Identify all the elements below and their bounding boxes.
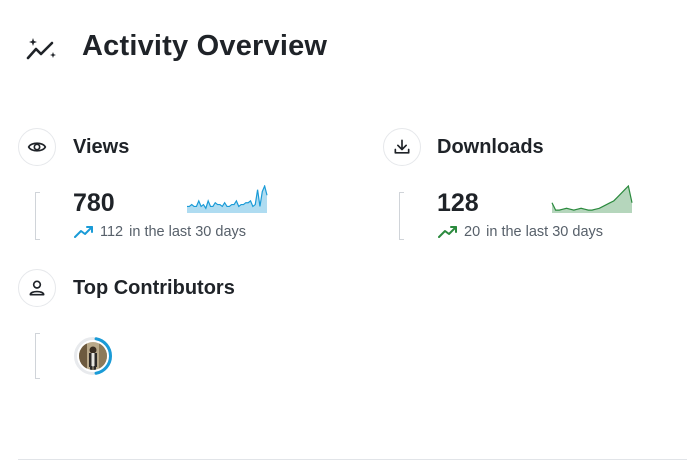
views-sparkline — [187, 185, 268, 213]
views-delta: 112 — [100, 224, 124, 240]
sparkline-area — [187, 186, 267, 213]
page-title: Activity Overview — [82, 30, 328, 62]
downloads-icon-badge — [383, 128, 421, 166]
downloads-delta: 20 — [464, 224, 481, 240]
views-label: Views — [73, 136, 130, 158]
download-icon — [394, 139, 410, 154]
contributor-avatar[interactable] — [73, 336, 113, 376]
downloads-delta-row: 20 in the last 30 days — [438, 224, 603, 240]
contributors-bracket — [35, 333, 40, 379]
trending-up-icon — [438, 226, 457, 238]
views-icon-badge — [18, 128, 56, 166]
contributors-icon-badge — [18, 269, 56, 307]
eye-icon — [27, 142, 47, 152]
views-period: in the last 30 days — [129, 224, 247, 240]
downloads-label: Downloads — [437, 136, 544, 158]
downloads-period: in the last 30 days — [486, 224, 604, 240]
downloads-bracket — [399, 192, 404, 240]
bottom-divider — [18, 459, 687, 460]
contributors-label: Top Contributors — [73, 277, 235, 299]
trending-up-icon — [74, 226, 93, 238]
views-delta-row: 112 in the last 30 days — [74, 224, 246, 240]
views-bracket — [35, 192, 40, 240]
user-icon — [29, 280, 45, 296]
downloads-sparkline — [551, 185, 633, 213]
views-total: 780 — [73, 189, 115, 217]
activity-sparkle-icon — [26, 38, 56, 60]
downloads-total: 128 — [437, 189, 479, 217]
